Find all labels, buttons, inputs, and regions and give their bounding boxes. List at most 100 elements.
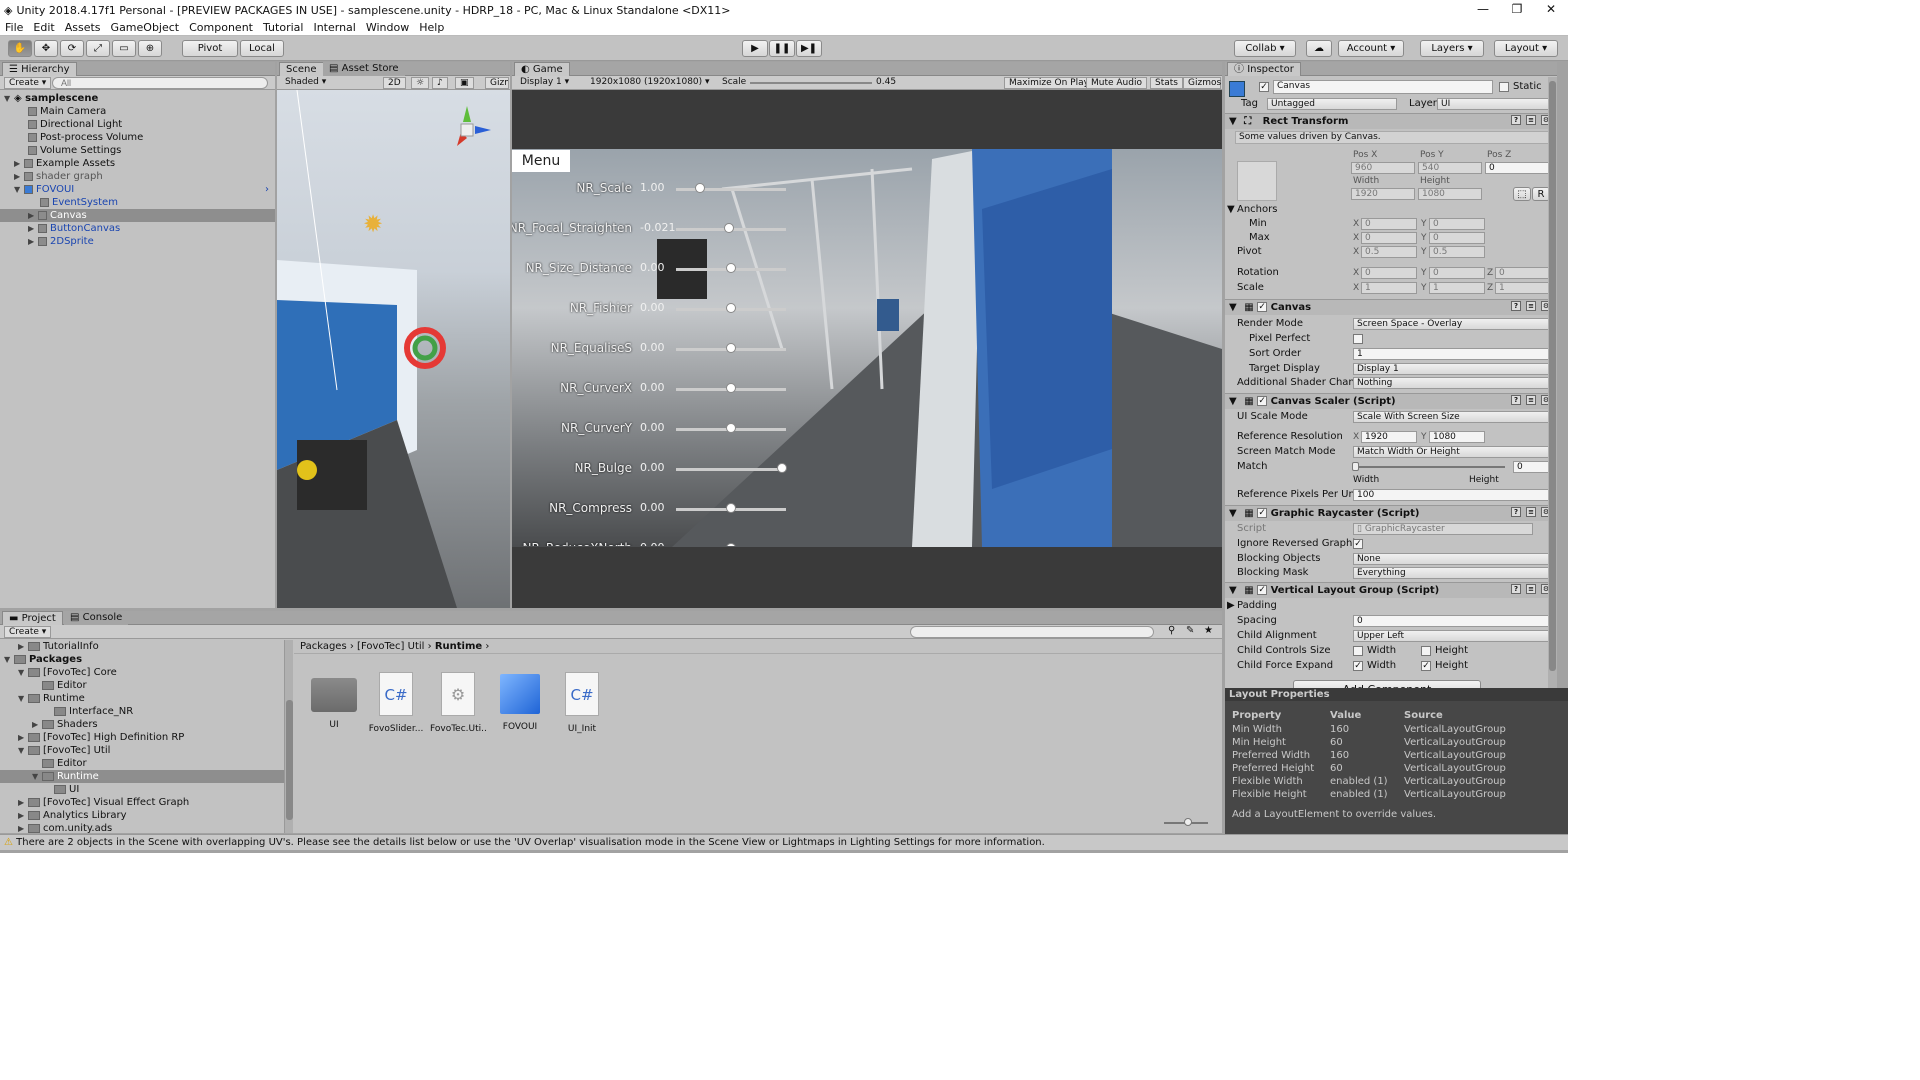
menu-edit[interactable]: Edit [28, 21, 59, 34]
filter-type-icon[interactable]: ⚲ [1168, 625, 1175, 636]
hierarchy-item[interactable]: Directional Light [0, 118, 275, 131]
account-button[interactable]: Account ▾ [1338, 40, 1404, 57]
maximize-button[interactable]: ❐ [1500, 0, 1534, 20]
asset-item[interactable]: C# FovoSlider... [368, 664, 424, 740]
slider-knob[interactable] [726, 383, 736, 393]
anchor-min-x-field[interactable]: 0 [1361, 218, 1417, 230]
asset-item[interactable]: C# UI_Init [554, 664, 610, 740]
audio-icon[interactable]: ♪ [432, 77, 448, 89]
layout-button[interactable]: Layout ▾ [1494, 40, 1558, 57]
child-alignment-dropdown[interactable]: Upper Left [1353, 630, 1551, 642]
hierarchy-item[interactable]: ▶ Example Assets [0, 157, 275, 170]
scene-orientation-gizmo[interactable] [439, 102, 495, 158]
expand-arrow-icon[interactable]: ▼ [4, 92, 14, 105]
match-slider-knob[interactable] [1352, 462, 1359, 471]
hierarchy-item[interactable]: Post-process Volume [0, 131, 275, 144]
canvas-scaler-header[interactable]: ▼ ▦ ✓ Canvas Scaler (Script) ? ≡ ⚙ [1225, 393, 1557, 409]
favorite-star-icon[interactable]: ★ [1204, 625, 1213, 636]
expand-arrow-icon[interactable]: ▶ [18, 731, 28, 744]
preset-icon[interactable]: ≡ [1526, 584, 1536, 594]
slider-track[interactable] [676, 188, 786, 191]
sort-order-field[interactable]: 1 [1353, 348, 1551, 360]
reference-resolution-x-field[interactable]: 1920 [1361, 431, 1417, 443]
anchor-min-y-field[interactable]: 0 [1429, 218, 1485, 230]
match-slider-track[interactable] [1355, 466, 1505, 468]
menu-internal[interactable]: Internal [308, 21, 360, 34]
hand-tool-button[interactable]: ✋ [8, 40, 32, 57]
local-toggle[interactable]: Local [240, 40, 284, 57]
chevron-right-icon[interactable]: › [265, 183, 269, 196]
expand-arrow-icon[interactable]: ▶ [1227, 599, 1235, 613]
reference-resolution-y-field[interactable]: 1080 [1429, 431, 1485, 443]
canvas-scaler-enabled-checkbox[interactable]: ✓ [1257, 396, 1268, 406]
blueprint-mode-button[interactable]: ⬚ [1513, 187, 1531, 201]
scene-gizmos-button[interactable]: Gizmos [485, 77, 509, 89]
render-mode-dropdown[interactable]: Screen Space - Overlay [1353, 318, 1551, 330]
collapse-arrow-icon[interactable]: ▼ [1229, 585, 1237, 596]
static-checkbox[interactable] [1499, 82, 1509, 92]
graphic-raycaster-header[interactable]: ▼ ▦ ✓ Graphic Raycaster (Script) ? ≡ ⚙ [1225, 505, 1557, 521]
blocking-mask-dropdown[interactable]: Everything [1353, 567, 1551, 579]
project-tree-item[interactable]: ▶ com.unity.ads [0, 822, 284, 833]
help-icon[interactable]: ? [1511, 395, 1521, 405]
scale-y-field[interactable]: 1 [1429, 282, 1485, 294]
tab-console[interactable]: ▤ Console [64, 611, 129, 625]
pivot-toggle[interactable]: Pivot [182, 40, 238, 57]
menu-gameobject[interactable]: GameObject [106, 21, 185, 34]
tab-project[interactable]: ▬ Project [2, 611, 63, 625]
expand-arrow-icon[interactable]: ▼ [32, 770, 42, 783]
shading-mode-dropdown[interactable]: Shaded ▾ [281, 77, 377, 89]
rotate-tool-button[interactable]: ⟳ [60, 40, 84, 57]
project-tree-item[interactable]: ▼ Packages [0, 653, 284, 666]
project-tree-item[interactable]: ▶ [FovoTec] Visual Effect Graph [0, 796, 284, 809]
vlg-enabled-checkbox[interactable]: ✓ [1257, 585, 1268, 595]
height-field[interactable]: 1080 [1418, 188, 1482, 200]
preset-icon[interactable]: ≡ [1526, 395, 1536, 405]
width-field[interactable]: 1920 [1351, 188, 1415, 200]
project-tree-item[interactable]: ▼ [FovoTec] Core [0, 666, 284, 679]
hierarchy-item[interactable]: ▼ FOVOUI › [0, 183, 275, 196]
rotation-x-field[interactable]: 0 [1361, 267, 1417, 279]
cloud-icon[interactable]: ☁ [1306, 40, 1332, 57]
minimize-button[interactable]: — [1466, 0, 1500, 20]
slider-knob[interactable] [776, 463, 787, 473]
collapse-arrow-icon[interactable]: ▼ [1229, 508, 1237, 519]
status-bar[interactable]: ⚠ There are 2 objects in the Scene with … [0, 834, 1568, 850]
project-tree-item[interactable]: ▶ Shaders [0, 718, 284, 731]
hierarchy-item[interactable]: ▶ 2DSprite [0, 235, 275, 248]
game-gizmos-button[interactable]: Gizmos [1183, 77, 1221, 89]
anchor-preset-box[interactable] [1237, 161, 1277, 201]
display-dropdown[interactable]: Display 1 ▾ [516, 77, 582, 89]
play-button[interactable]: ▶ [742, 40, 768, 57]
scale-z-field[interactable]: 1 [1495, 282, 1551, 294]
pixel-perfect-checkbox[interactable] [1353, 334, 1363, 344]
posx-field[interactable]: 960 [1351, 162, 1415, 174]
menu-component[interactable]: Component [184, 21, 258, 34]
asset-item[interactable]: ⚙ FovoTec.Uti... [430, 664, 486, 740]
expand-arrow-icon[interactable]: ▶ [28, 235, 38, 248]
preset-icon[interactable]: ≡ [1526, 301, 1536, 311]
project-tree-scrollbar-thumb[interactable] [286, 700, 293, 820]
menu-assets[interactable]: Assets [60, 21, 106, 34]
expand-arrow-icon[interactable]: ▶ [28, 222, 38, 235]
close-button[interactable]: ✕ [1534, 0, 1568, 20]
help-icon[interactable]: ? [1511, 301, 1521, 311]
maximize-on-play-toggle[interactable]: Maximize On Play [1004, 77, 1094, 89]
project-tree-item[interactable]: ▼ Runtime [0, 770, 284, 783]
expand-arrow-icon[interactable]: ▶ [28, 209, 38, 222]
slider-knob[interactable] [726, 343, 736, 353]
stats-toggle[interactable]: Stats [1150, 77, 1183, 89]
help-icon[interactable]: ? [1511, 115, 1521, 125]
hierarchy-item[interactable]: ▶ ButtonCanvas [0, 222, 275, 235]
target-display-dropdown[interactable]: Display 1 [1353, 363, 1551, 375]
expand-arrow-icon[interactable]: ▶ [14, 170, 24, 183]
hierarchy-search-input[interactable] [52, 77, 268, 89]
rect-transform-header[interactable]: ▼ ⛶ Rect Transform ? ≡ ⚙ [1225, 113, 1557, 129]
project-search-input[interactable] [910, 626, 1154, 638]
slider-knob[interactable] [726, 263, 736, 273]
preset-icon[interactable]: ≡ [1526, 115, 1536, 125]
posy-field[interactable]: 540 [1418, 162, 1482, 174]
posz-field[interactable]: 0 [1485, 162, 1551, 174]
rotation-z-field[interactable]: 0 [1495, 267, 1551, 279]
tab-asset-store[interactable]: ▤ Asset Store [323, 62, 405, 76]
